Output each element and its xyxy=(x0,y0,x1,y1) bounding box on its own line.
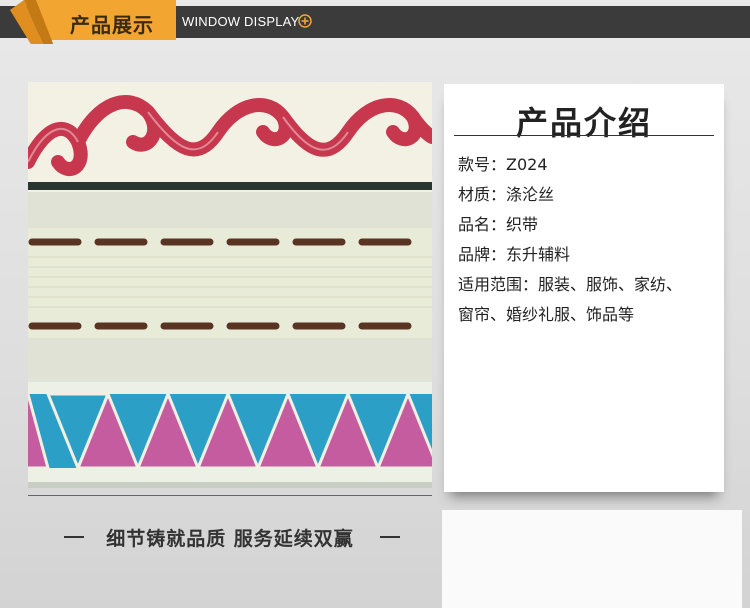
plus-circle-icon[interactable] xyxy=(298,14,312,28)
info-model: 款号：Z024 xyxy=(458,155,548,174)
woven-ribbon-samples-icon xyxy=(28,82,432,488)
blank-panel xyxy=(442,510,742,608)
info-material: 材质：涤沦丝 xyxy=(458,185,555,204)
info-product-name: 品名：织带 xyxy=(458,215,539,234)
info-title: 产品介绍 xyxy=(515,104,652,142)
section-title: 产品展示 xyxy=(70,13,154,37)
slogan-text: 细节铸就品质 服务延续双赢 xyxy=(106,528,354,550)
info-usage: 适用范围：服装、服饰、家纺、 xyxy=(458,275,683,294)
info-divider xyxy=(454,135,714,136)
product-info-card: 产品介绍 款号：Z024 材质：涤沦丝 品名：织带 品牌：东升辅料 适用范围：服… xyxy=(444,84,724,492)
product-photo xyxy=(28,82,432,488)
info-list: 款号：Z024 材质：涤沦丝 品名：织带 品牌：东升辅料 适用范围：服装、服饰、… xyxy=(458,150,720,330)
window-display-label: WINDOW DISPLAY xyxy=(182,14,300,29)
info-brand: 品牌：东升辅料 xyxy=(458,245,571,264)
slogan-dash-right xyxy=(380,536,400,538)
slogan-block: 细节铸就品质 服务延续双赢 xyxy=(28,520,432,554)
photo-divider xyxy=(28,495,432,496)
info-usage-cont: 窗帘、婚纱礼服、饰品等 xyxy=(458,305,635,324)
